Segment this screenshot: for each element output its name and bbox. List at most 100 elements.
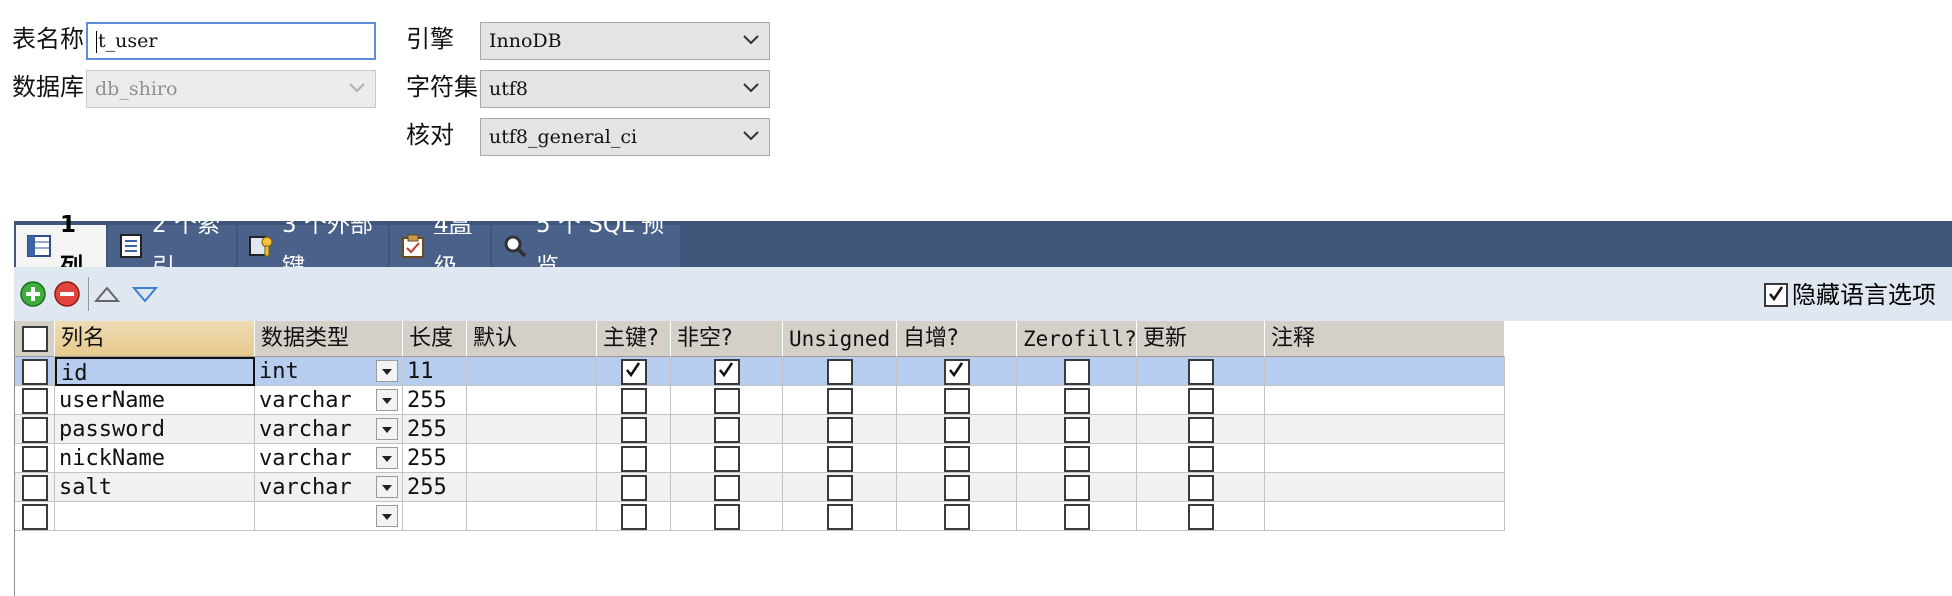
select-all-checkbox-cell[interactable] (15, 321, 55, 357)
zerofill-checkbox-cell[interactable] (1017, 357, 1137, 386)
tab-sql-preview[interactable]: 5 个 SQL 预览 (492, 212, 680, 280)
data-type-dropdown-icon[interactable] (376, 418, 398, 440)
unsigned-checkbox-cell[interactable] (783, 473, 897, 502)
update-checkbox[interactable] (1187, 475, 1214, 501)
row-select-cell[interactable] (15, 357, 55, 386)
not-null-checkbox[interactable] (713, 446, 740, 472)
zerofill-checkbox[interactable] (1063, 388, 1090, 414)
column-name-cell[interactable]: userName (55, 386, 255, 415)
unsigned-checkbox[interactable] (826, 417, 853, 443)
auto-increment-checkbox[interactable] (943, 475, 970, 501)
row-select-cell[interactable] (15, 502, 55, 531)
row-select-cell[interactable] (15, 386, 55, 415)
tab-indexes[interactable]: 2 个索引 (108, 212, 236, 280)
default-cell[interactable] (467, 386, 597, 415)
header-unsigned[interactable]: Unsigned (783, 321, 897, 357)
unsigned-checkbox-cell[interactable] (783, 386, 897, 415)
data-type-dropdown-icon[interactable] (376, 360, 398, 382)
zerofill-checkbox-cell[interactable] (1017, 444, 1137, 473)
auto-increment-checkbox-cell[interactable] (897, 357, 1017, 386)
length-cell[interactable]: 255 (403, 386, 467, 415)
zerofill-checkbox[interactable] (1063, 475, 1090, 501)
data-type-dropdown-icon[interactable] (376, 476, 398, 498)
auto-increment-checkbox[interactable] (943, 504, 970, 530)
zerofill-checkbox[interactable] (1063, 359, 1090, 385)
row-select-checkbox[interactable] (21, 446, 48, 472)
auto-increment-checkbox-cell[interactable] (897, 444, 1017, 473)
length-cell[interactable]: 11 (403, 357, 467, 386)
not-null-checkbox[interactable] (713, 475, 740, 501)
primary-key-checkbox[interactable] (620, 504, 647, 530)
tab-advanced[interactable]: 4高级 (390, 212, 490, 280)
auto-increment-checkbox[interactable] (943, 388, 970, 414)
zerofill-checkbox-cell[interactable] (1017, 473, 1137, 502)
unsigned-checkbox[interactable] (826, 359, 853, 385)
auto-increment-checkbox-cell[interactable] (897, 502, 1017, 531)
unsigned-checkbox[interactable] (826, 475, 853, 501)
header-not-null[interactable]: 非空? (671, 321, 783, 357)
zerofill-checkbox-cell[interactable] (1017, 502, 1137, 531)
table-row[interactable]: nickName varchar 255 (15, 444, 1875, 473)
primary-key-checkbox[interactable] (620, 475, 647, 501)
primary-key-checkbox-cell[interactable] (597, 502, 671, 531)
not-null-checkbox-cell[interactable] (671, 415, 783, 444)
primary-key-checkbox[interactable] (620, 388, 647, 414)
zerofill-checkbox[interactable] (1063, 504, 1090, 530)
row-select-checkbox[interactable] (21, 359, 48, 385)
update-checkbox[interactable] (1187, 388, 1214, 414)
move-down-icon[interactable] (130, 279, 160, 309)
zerofill-checkbox[interactable] (1063, 446, 1090, 472)
table-row[interactable]: id int 11 (15, 357, 1875, 386)
zerofill-checkbox-cell[interactable] (1017, 415, 1137, 444)
update-checkbox-cell[interactable] (1137, 357, 1265, 386)
column-name-cell[interactable]: password (55, 415, 255, 444)
primary-key-checkbox[interactable] (620, 446, 647, 472)
not-null-checkbox-cell[interactable] (671, 357, 783, 386)
table-row[interactable]: userName varchar 255 (15, 386, 1875, 415)
header-auto-increment[interactable]: 自增? (897, 321, 1017, 357)
select-all-checkbox[interactable] (21, 326, 48, 352)
column-name-cell[interactable] (55, 502, 255, 531)
data-type-dropdown-icon[interactable] (376, 505, 398, 527)
charset-select[interactable]: utf8 (480, 70, 770, 108)
column-name-cell[interactable]: id (55, 357, 255, 386)
hide-language-options-checkbox[interactable] (1764, 283, 1788, 307)
collation-select[interactable]: utf8_general_ci (480, 118, 770, 156)
column-name-cell[interactable]: salt (55, 473, 255, 502)
comment-cell[interactable] (1265, 386, 1505, 415)
comment-cell[interactable] (1265, 473, 1505, 502)
data-type-cell[interactable]: int (255, 357, 403, 386)
not-null-checkbox-cell[interactable] (671, 502, 783, 531)
header-primary-key[interactable]: 主键? (597, 321, 671, 357)
length-cell[interactable]: 255 (403, 444, 467, 473)
table-row[interactable]: password varchar 255 (15, 415, 1875, 444)
not-null-checkbox[interactable] (713, 504, 740, 530)
update-checkbox[interactable] (1187, 359, 1214, 385)
header-length[interactable]: 长度 (403, 321, 467, 357)
default-cell[interactable] (467, 444, 597, 473)
hide-language-options[interactable]: 隐藏语言选项 (1764, 281, 1936, 309)
data-type-cell[interactable] (255, 502, 403, 531)
not-null-checkbox-cell[interactable] (671, 473, 783, 502)
primary-key-checkbox-cell[interactable] (597, 444, 671, 473)
table-row[interactable]: salt varchar 255 (15, 473, 1875, 502)
length-cell[interactable] (403, 502, 467, 531)
delete-column-icon[interactable] (52, 279, 82, 309)
auto-increment-checkbox[interactable] (943, 359, 970, 385)
unsigned-checkbox-cell[interactable] (783, 415, 897, 444)
header-default[interactable]: 默认 (467, 321, 597, 357)
unsigned-checkbox-cell[interactable] (783, 444, 897, 473)
primary-key-checkbox-cell[interactable] (597, 386, 671, 415)
primary-key-checkbox-cell[interactable] (597, 415, 671, 444)
update-checkbox[interactable] (1187, 417, 1214, 443)
update-checkbox[interactable] (1187, 504, 1214, 530)
primary-key-checkbox[interactable] (620, 359, 647, 385)
data-type-cell[interactable]: varchar (255, 473, 403, 502)
add-column-icon[interactable] (18, 279, 48, 309)
row-select-checkbox[interactable] (21, 475, 48, 501)
row-select-checkbox[interactable] (21, 504, 48, 530)
unsigned-checkbox[interactable] (826, 504, 853, 530)
length-cell[interactable]: 255 (403, 415, 467, 444)
update-checkbox-cell[interactable] (1137, 473, 1265, 502)
default-cell[interactable] (467, 357, 597, 386)
